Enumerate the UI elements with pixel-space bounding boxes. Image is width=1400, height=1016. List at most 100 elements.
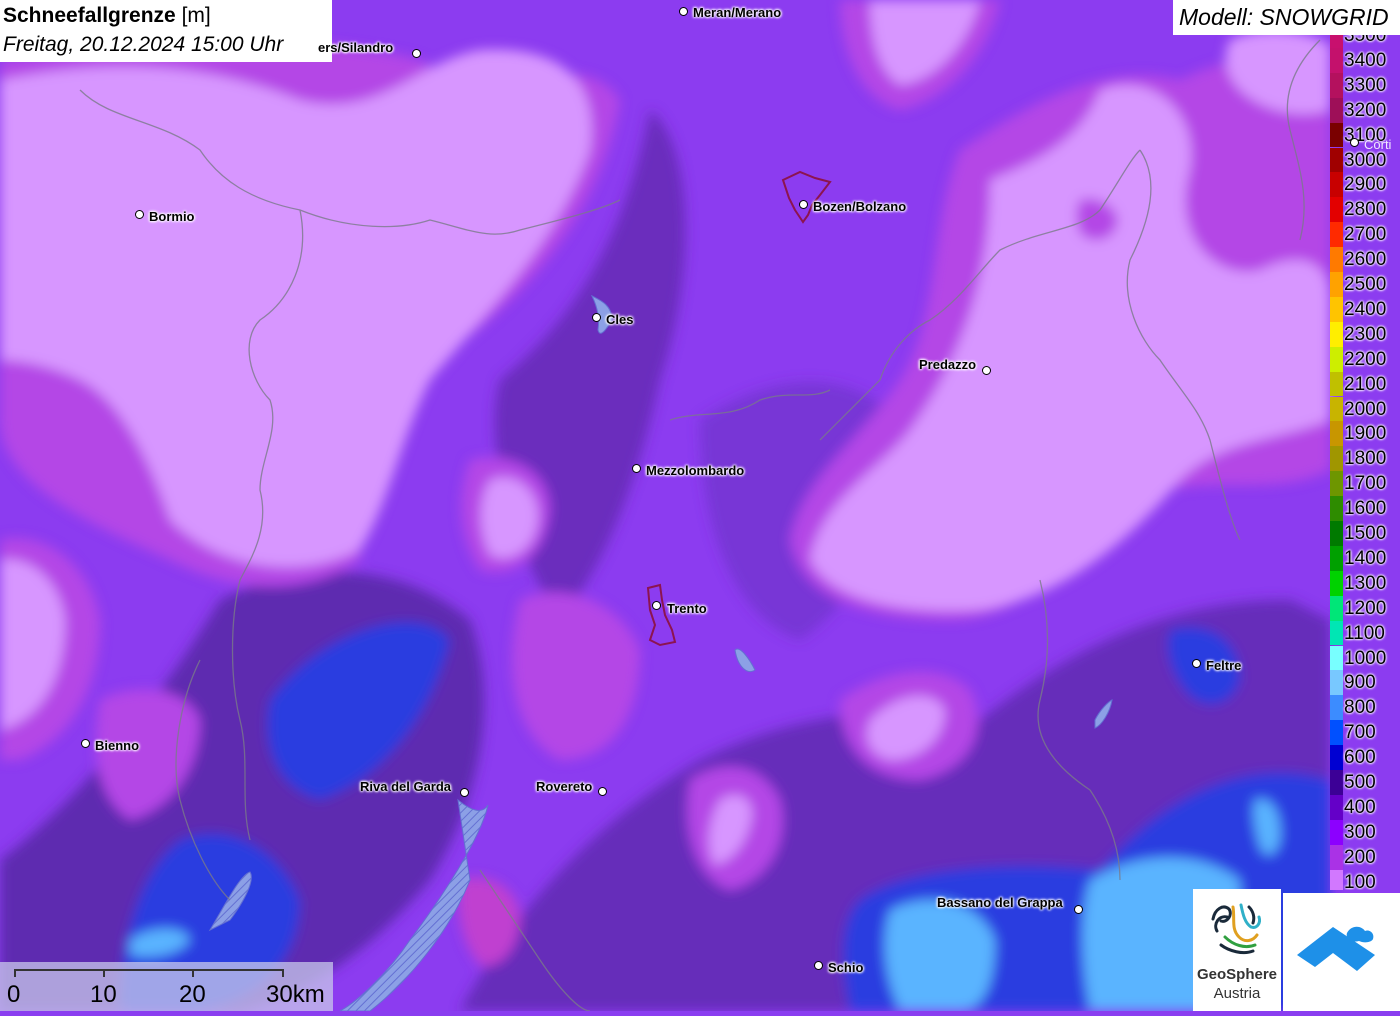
city-marker[interactable] (652, 601, 661, 610)
legend-row: 900 (1328, 670, 1400, 696)
legend-swatch (1330, 819, 1343, 845)
city-marker[interactable] (982, 366, 991, 375)
legend-value: 2600 (1344, 249, 1387, 271)
legend-swatch (1330, 446, 1343, 472)
legend-row: 2200 (1328, 346, 1400, 372)
city-label[interactable]: Bozen/Bolzano (813, 199, 906, 214)
legend-value: 2400 (1344, 298, 1387, 320)
legend-row: 2600 (1328, 247, 1400, 272)
city-label[interactable]: Feltre (1206, 658, 1241, 673)
legend-value: 2300 (1344, 323, 1387, 345)
legend-row: 300 (1328, 819, 1400, 845)
geosphere-name: GeoSphere (1196, 966, 1278, 983)
city-label[interactable]: ers/Silandro (318, 40, 393, 55)
geosphere-logo[interactable]: GeoSphere Austria (1193, 889, 1281, 1011)
city-marker[interactable] (460, 788, 469, 797)
legend-row: 1800 (1328, 446, 1400, 472)
legend-row: 3400 (1328, 47, 1400, 73)
city-marker[interactable] (81, 739, 90, 748)
scale-tick (14, 969, 16, 977)
city-label[interactable]: Schio (828, 960, 863, 975)
snowfall-line-map[interactable] (0, 0, 1400, 1011)
legend-value: 1900 (1344, 423, 1387, 445)
legend-swatch (1330, 620, 1343, 646)
scale-label-10: 10 (90, 981, 117, 1008)
legend-row: 1600 (1328, 496, 1400, 521)
legend-swatch (1330, 521, 1343, 546)
legend-swatch (1330, 570, 1343, 596)
legend-swatch (1330, 47, 1343, 73)
legend-row: 1100 (1328, 620, 1400, 646)
legend-value: 2200 (1344, 348, 1387, 370)
legend-swatch (1330, 97, 1343, 123)
city-label[interactable]: Rovereto (536, 779, 592, 794)
legend-value: 1700 (1344, 473, 1387, 495)
legend-swatch (1330, 35, 1343, 48)
city-marker[interactable] (1074, 905, 1083, 914)
legend-row: 500 (1328, 770, 1400, 795)
legend-value: 100 (1344, 871, 1376, 890)
legend-value: 2700 (1344, 224, 1387, 246)
legend-row: 700 (1328, 720, 1400, 746)
scale-label-30km: 30km (266, 981, 325, 1008)
scale-label-0: 0 (7, 981, 21, 1008)
legend-value: 1600 (1344, 498, 1387, 520)
legend-value: 3500 (1344, 35, 1387, 46)
legend-value: 2000 (1344, 398, 1387, 420)
app-logo[interactable] (1283, 893, 1400, 1011)
city-label[interactable]: Mezzolombardo (646, 463, 744, 478)
legend-value: 2800 (1344, 199, 1387, 221)
city-label[interactable]: Bassano del Grappa (937, 895, 1063, 910)
city-label[interactable]: Predazzo (919, 357, 976, 372)
city-marker[interactable] (632, 464, 641, 473)
legend-row: 2100 (1328, 371, 1400, 397)
legend-swatch (1330, 844, 1343, 870)
map-datetime: Freitag, 20.12.2024 15:00 Uhr (3, 33, 284, 56)
city-label[interactable]: Cles (606, 312, 633, 327)
legend-row: 1000 (1328, 645, 1400, 671)
legend-value: 3000 (1344, 149, 1387, 171)
legend-value: 1400 (1344, 547, 1387, 569)
city-marker[interactable] (135, 210, 144, 219)
geosphere-country: Austria (1213, 985, 1261, 1002)
city-marker[interactable] (412, 49, 421, 58)
city-label[interactable]: Corti (1364, 137, 1391, 152)
legend-value: 300 (1344, 821, 1376, 843)
city-label[interactable]: Bormio (149, 209, 195, 224)
city-label[interactable]: Bienno (95, 738, 139, 753)
city-label[interactable]: Meran/Merano (693, 5, 781, 20)
legend-value: 1300 (1344, 572, 1387, 594)
legend-value: 600 (1344, 747, 1376, 769)
legend-row: 2500 (1328, 272, 1400, 297)
legend-row: 1900 (1328, 421, 1400, 447)
legend-swatch (1330, 247, 1343, 272)
city-marker[interactable] (1192, 659, 1201, 668)
legend-value: 700 (1344, 722, 1376, 744)
city-marker[interactable] (799, 200, 808, 209)
legend-row: 1200 (1328, 595, 1400, 621)
city-marker[interactable] (1350, 138, 1359, 147)
city-marker[interactable] (598, 787, 607, 796)
legend-swatch (1330, 222, 1343, 248)
legend-value: 900 (1344, 672, 1376, 694)
legend-row: 1500 (1328, 521, 1400, 546)
legend-swatch (1330, 197, 1343, 223)
scale-tick (103, 969, 105, 977)
legend-swatch (1330, 396, 1343, 422)
legend-swatch (1330, 321, 1343, 347)
title-text: Schneefallgrenze (3, 4, 176, 27)
map-title-box: Schneefallgrenze [m] Freitag, 20.12.2024… (0, 0, 332, 62)
city-marker[interactable] (814, 961, 823, 970)
legend-row: 2800 (1328, 197, 1400, 223)
legend-row: 2000 (1328, 396, 1400, 422)
city-label[interactable]: Riva del Garda (360, 779, 451, 794)
city-label[interactable]: Trento (667, 601, 707, 616)
city-marker[interactable] (592, 313, 601, 322)
color-legend: 3500 3400 3300 3200 3100 3000 2900 2800 2700 2600… (1328, 35, 1400, 890)
legend-swatch (1330, 869, 1343, 890)
legend-swatch (1330, 770, 1343, 795)
legend-value: 1100 (1344, 622, 1385, 644)
legend-value: 3400 (1344, 49, 1387, 71)
legend-swatch (1330, 147, 1343, 173)
city-marker[interactable] (679, 7, 688, 16)
